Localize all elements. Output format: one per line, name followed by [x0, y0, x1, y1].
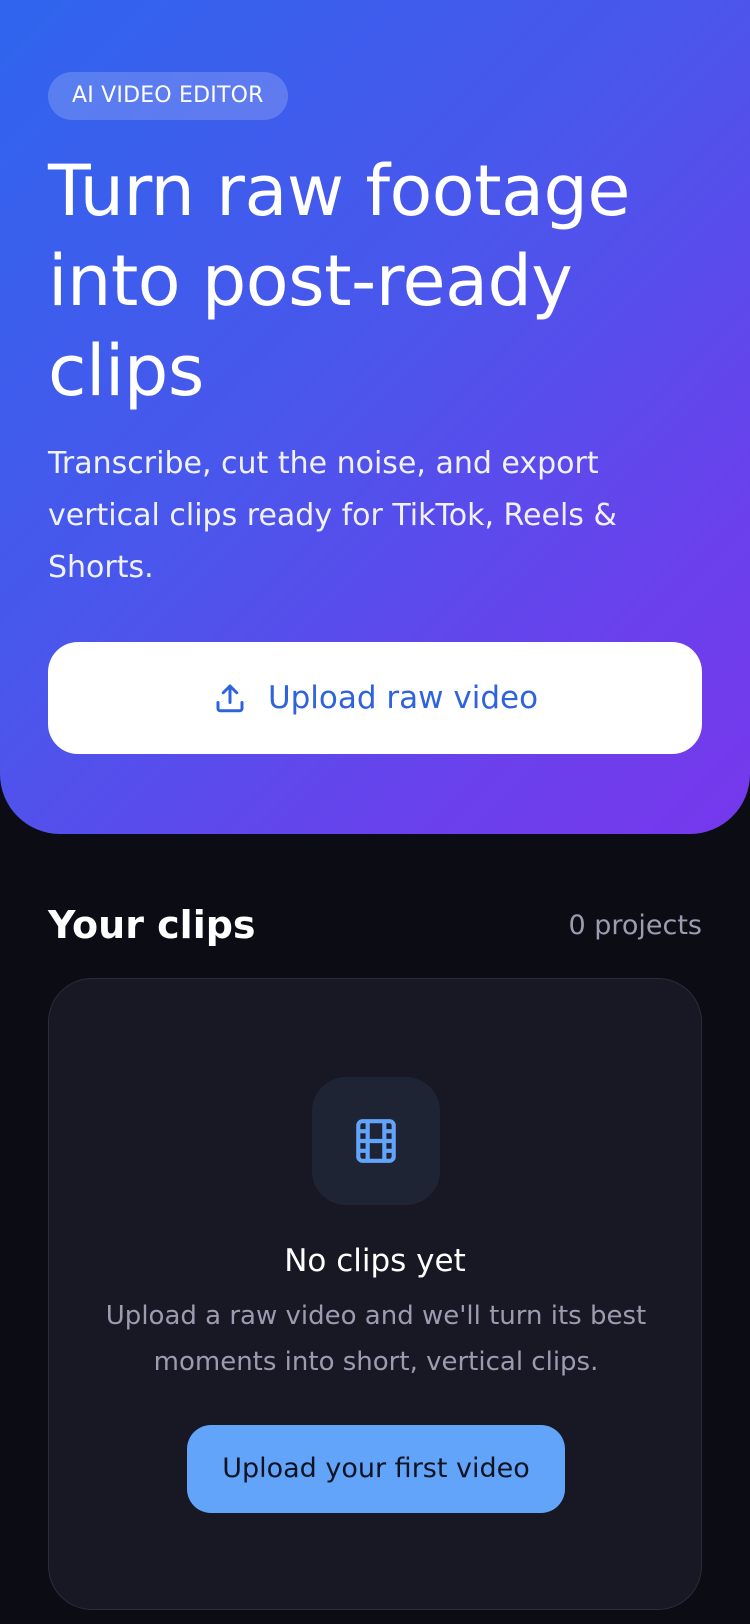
empty-state-title: No clips yet [284, 1243, 466, 1279]
empty-state-description: Upload a raw video and we'll turn its be… [105, 1301, 647, 1377]
film-icon [356, 1119, 396, 1163]
hero-section: AI VIDEO EDITOR Turn raw footage into po… [0, 0, 750, 834]
project-count: 0 projects [568, 910, 702, 941]
hero-title: Turn raw footage into post-ready clips [48, 150, 630, 412]
upload-button-label: Upload raw video [267, 680, 539, 716]
upload-raw-video-button[interactable]: Upload raw video [48, 642, 702, 754]
film-icon-tile [312, 1077, 440, 1205]
category-badge: AI VIDEO EDITOR [48, 72, 288, 120]
hero-subtitle: Transcribe, cut the noise, and export ve… [48, 446, 617, 585]
empty-state-card: No clips yet Upload a raw video and we'l… [48, 978, 702, 1610]
upload-first-video-button[interactable]: Upload your first video [187, 1425, 565, 1513]
section-title: Your clips [48, 903, 256, 947]
upload-icon [216, 684, 244, 713]
